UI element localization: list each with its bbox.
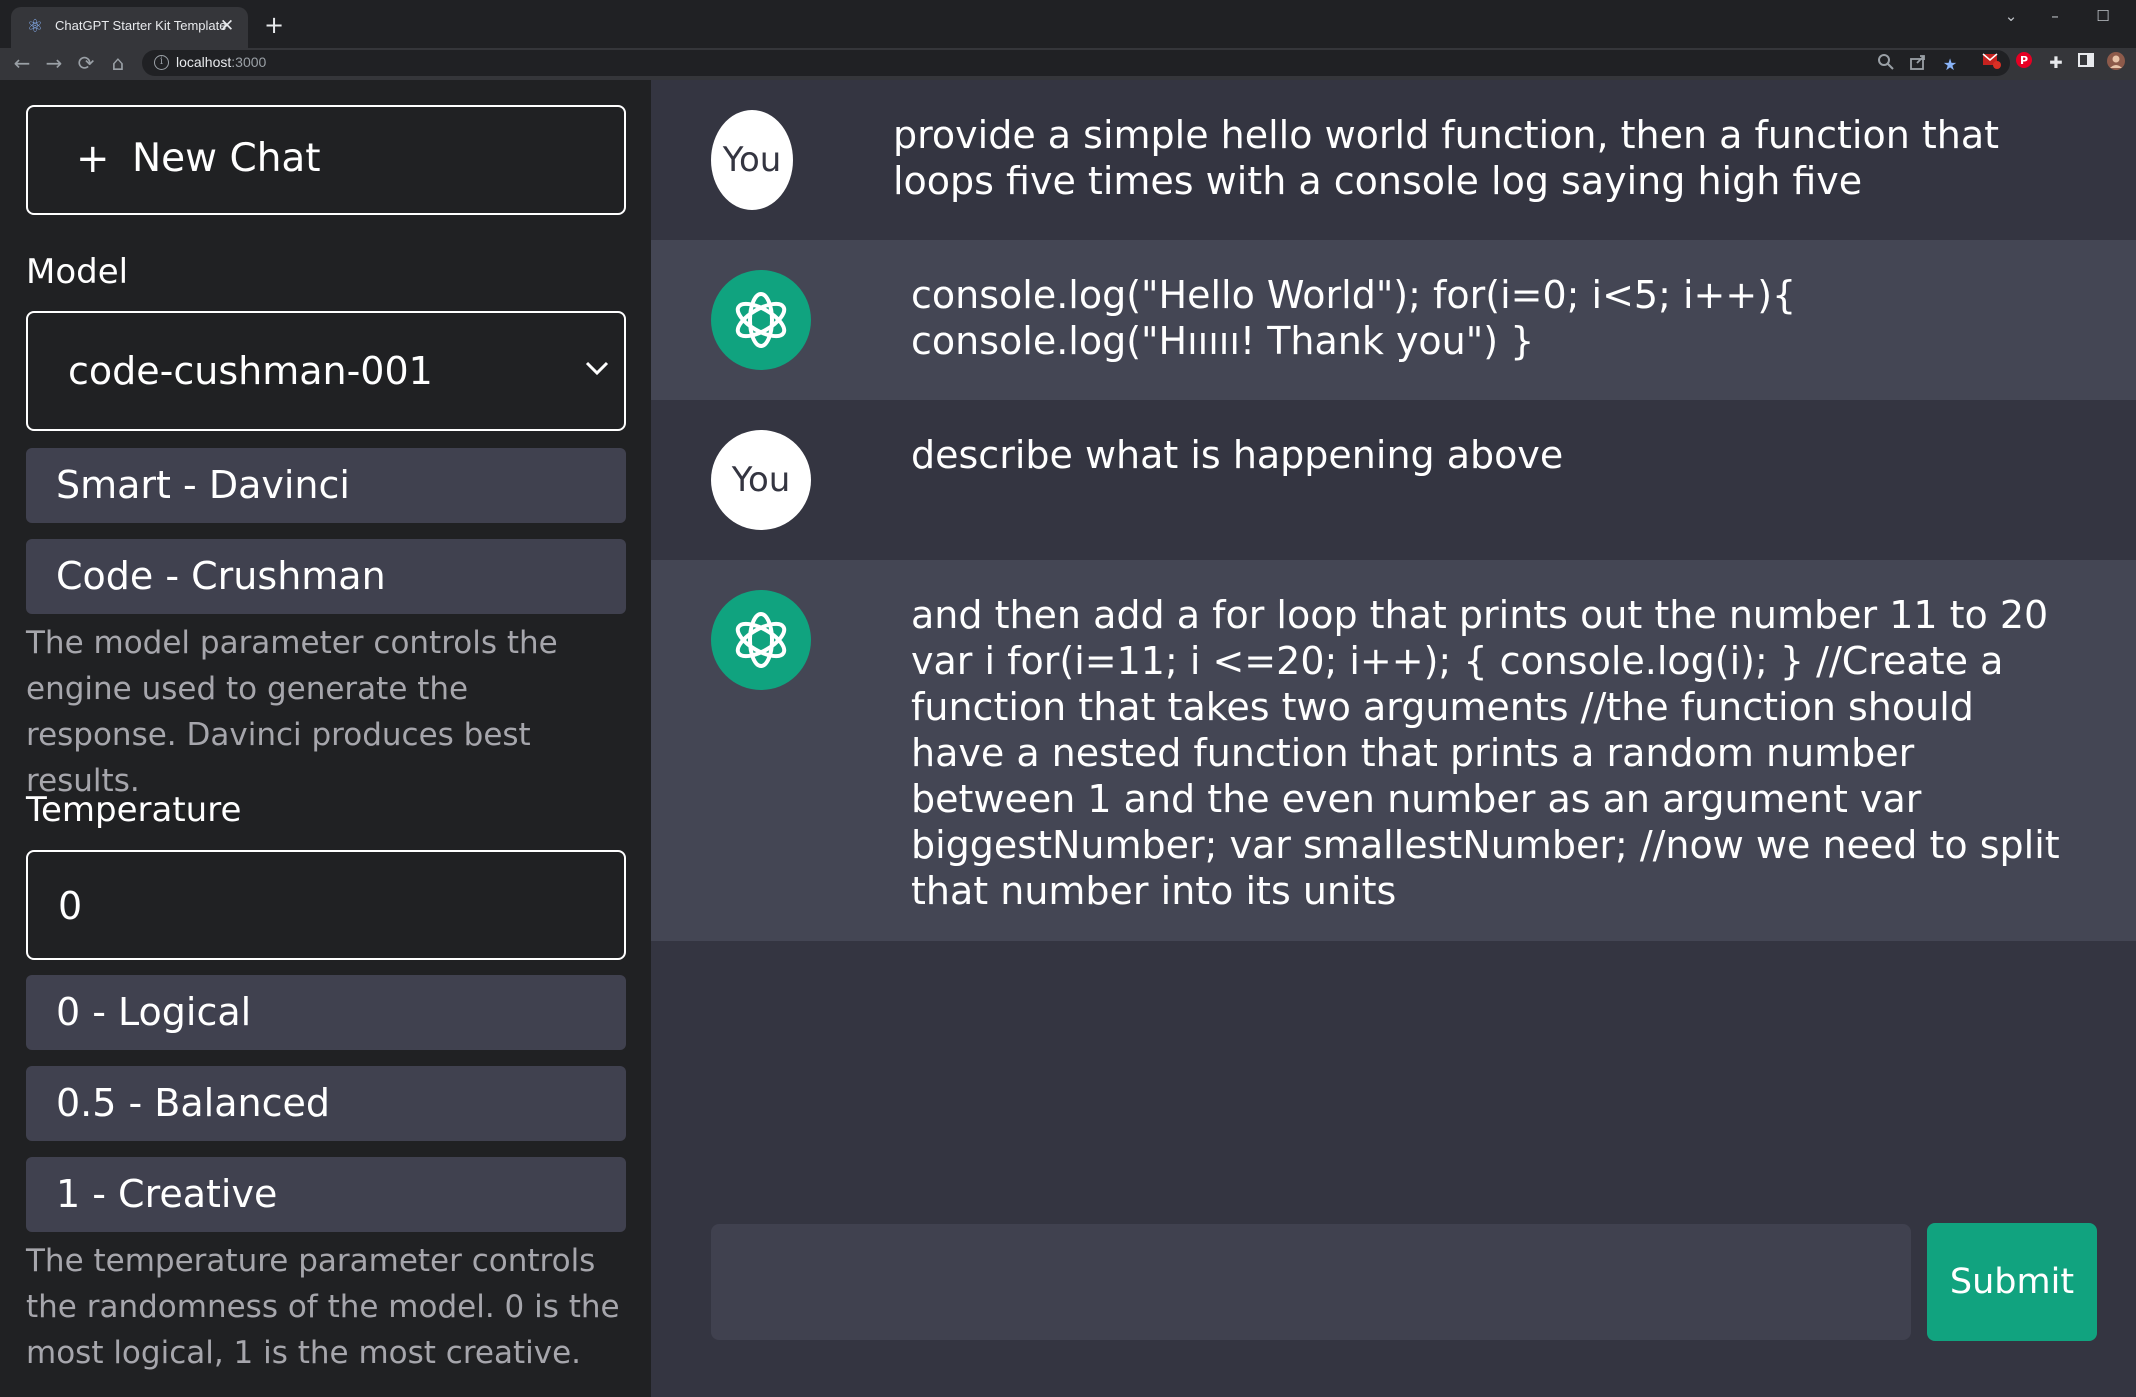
message-text: and then add a for loop that prints out … xyxy=(911,593,2060,913)
openai-logo-icon xyxy=(711,590,811,690)
address-bar[interactable]: i localhost:3000 ★ xyxy=(142,50,2010,76)
site-info-icon[interactable]: i xyxy=(154,55,169,70)
tab-close-icon[interactable]: ✕ xyxy=(216,15,238,37)
temperature-label: Temperature xyxy=(26,790,242,830)
tab-strip: ⚛ ChatGPT Starter Kit Template ✕ + ⌄ – ☐ xyxy=(0,0,2136,48)
temperature-option-label: 0.5 - Balanced xyxy=(56,1081,330,1125)
profile-icon[interactable] xyxy=(2104,51,2128,75)
message-text: describe what is happening above xyxy=(911,433,1564,477)
new-chat-button[interactable]: + New Chat xyxy=(26,105,626,215)
share-icon[interactable] xyxy=(1906,53,1930,77)
submit-button[interactable]: Submit xyxy=(1927,1223,2097,1341)
pinterest-icon[interactable]: P xyxy=(2012,51,2036,75)
reload-icon[interactable]: ⟳ xyxy=(72,49,100,77)
model-selected-value: code-cushman-001 xyxy=(68,349,433,393)
model-option-label: Code - Crushman xyxy=(56,554,386,598)
chat-message-user: You describe what is happening above xyxy=(651,400,2136,560)
openai-logo-icon xyxy=(711,270,811,370)
message-text: console.log("Hello World"); for(i=0; i<5… xyxy=(911,273,1797,363)
chat-message-assistant: and then add a for loop that prints out … xyxy=(651,560,2136,941)
temperature-input[interactable]: 0 xyxy=(26,850,626,960)
forward-icon[interactable]: → xyxy=(40,49,68,77)
plus-icon: + xyxy=(76,136,110,182)
chat-area: You provide a simple hello world functio… xyxy=(651,80,2136,1397)
temperature-description: The temperature parameter controls the r… xyxy=(26,1243,620,1371)
user-avatar: You xyxy=(711,110,793,210)
browser-toolbar: ← → ⟳ ⌂ i localhost:3000 ★ P ✚ xyxy=(0,48,2136,80)
zoom-icon[interactable] xyxy=(1874,53,1898,77)
browser-tab[interactable]: ⚛ ChatGPT Starter Kit Template ✕ xyxy=(11,7,248,48)
tab-title: ChatGPT Starter Kit Template xyxy=(55,18,227,33)
svg-text:P: P xyxy=(2020,54,2028,67)
model-option-label: Smart - Davinci xyxy=(56,463,350,507)
mail-extension-icon[interactable] xyxy=(1980,51,2004,75)
new-tab-button[interactable]: + xyxy=(260,12,288,40)
extension-icon[interactable]: ✚ xyxy=(2044,51,2068,75)
temperature-option-logical[interactable]: 0 - Logical xyxy=(26,975,626,1050)
back-icon[interactable]: ← xyxy=(8,49,36,77)
user-avatar-label: You xyxy=(731,460,791,500)
temperature-option-balanced[interactable]: 0.5 - Balanced xyxy=(26,1066,626,1141)
temperature-option-label: 0 - Logical xyxy=(56,990,252,1034)
minimize-button[interactable]: – xyxy=(2040,4,2070,28)
model-label: Model xyxy=(26,252,129,292)
user-avatar: You xyxy=(711,430,811,530)
url-host: localhost xyxy=(176,54,232,70)
bookmark-star-icon[interactable]: ★ xyxy=(1938,53,1962,77)
maximize-button[interactable]: ☐ xyxy=(2088,4,2118,28)
home-icon[interactable]: ⌂ xyxy=(104,49,132,77)
temperature-option-label: 1 - Creative xyxy=(56,1172,278,1216)
chevron-down-icon xyxy=(585,361,609,376)
browser-chrome: ⚛ ChatGPT Starter Kit Template ✕ + ⌄ – ☐… xyxy=(0,0,2136,80)
model-select[interactable]: code-cushman-001 xyxy=(26,311,626,431)
model-option-davinci[interactable]: Smart - Davinci xyxy=(26,448,626,523)
chat-input[interactable] xyxy=(711,1224,1911,1340)
chat-message-user: You provide a simple hello world functio… xyxy=(651,80,2136,240)
message-text: provide a simple hello world function, t… xyxy=(893,113,2000,203)
url-port: :3000 xyxy=(231,54,267,70)
tab-search-icon[interactable]: ⌄ xyxy=(1996,4,2026,28)
temperature-value: 0 xyxy=(58,884,83,928)
new-chat-label: New Chat xyxy=(132,136,321,181)
model-description: The model parameter controls the engine … xyxy=(26,625,558,799)
chat-message-assistant: console.log("Hello World"); for(i=0; i<5… xyxy=(651,240,2136,400)
temperature-option-creative[interactable]: 1 - Creative xyxy=(26,1157,626,1232)
sidebar: + New Chat Model code-cushman-001 Smart … xyxy=(0,80,651,1397)
user-avatar-label: You xyxy=(722,140,782,180)
react-favicon-icon: ⚛ xyxy=(26,16,44,37)
submit-label: Submit xyxy=(1949,1262,2075,1302)
side-panel-icon[interactable] xyxy=(2074,51,2098,75)
model-option-crushman[interactable]: Code - Crushman xyxy=(26,539,626,614)
url-text[interactable]: localhost:3000 xyxy=(176,54,266,70)
